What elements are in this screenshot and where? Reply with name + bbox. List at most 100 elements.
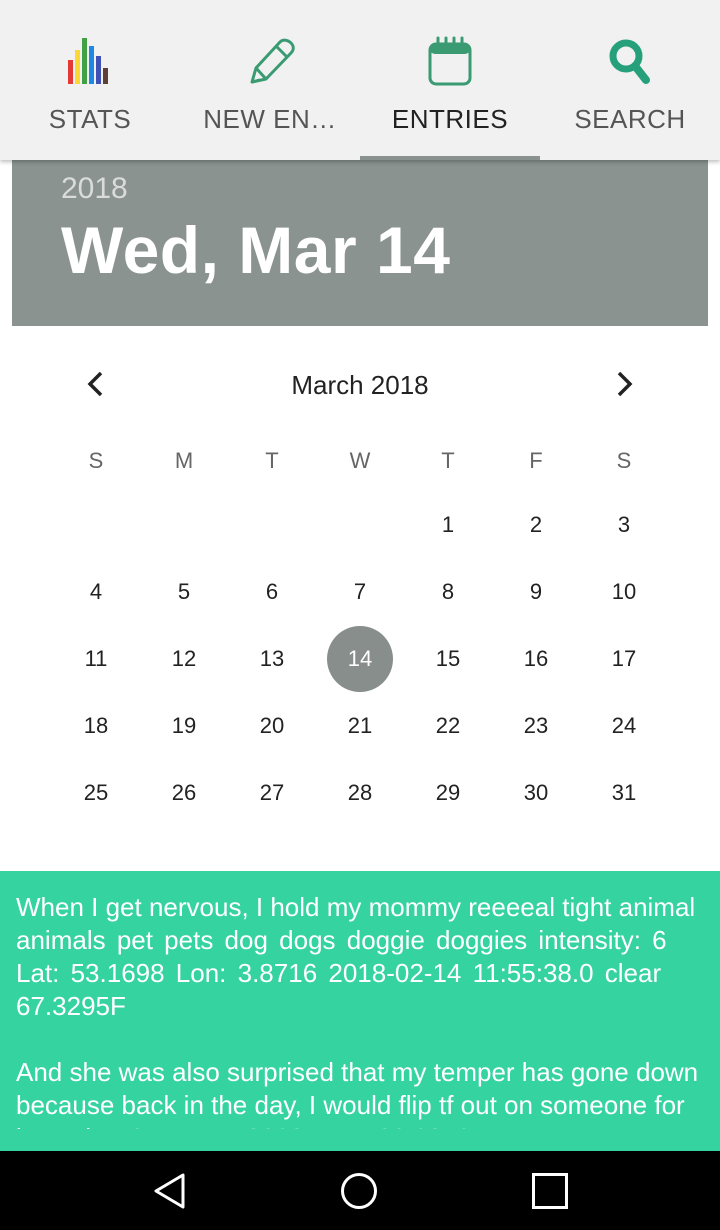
day-number: 31: [611, 779, 637, 805]
day-cell[interactable]: 15: [404, 625, 492, 692]
day-number: 3: [617, 511, 631, 537]
calendar-view: March 2018 SMTWTFS 1 2 3 4 5 6 7 8 9 10 11 12 13 14 15…: [0, 326, 720, 871]
entries-list[interactable]: When I get nervous, I hold my mommy reee…: [0, 871, 720, 1151]
day-cell[interactable]: 28: [316, 759, 404, 826]
day-cell[interactable]: 8: [404, 558, 492, 625]
tab-entries[interactable]: ENTRIES: [360, 0, 540, 160]
day-number: 6: [265, 578, 279, 604]
day-number: 15: [435, 645, 461, 671]
bar-chart-icon: [68, 38, 108, 84]
weekday-label: S: [88, 448, 104, 473]
empty-day-cell: [228, 491, 316, 558]
day-cell[interactable]: 27: [228, 759, 316, 826]
day-number: 22: [435, 712, 461, 738]
chevron-right-icon: [617, 371, 633, 397]
weekday-label: M: [174, 448, 194, 473]
selected-day-cell[interactable]: 14: [316, 625, 404, 692]
weekday-label: W: [349, 448, 371, 473]
weekday-header-row: SMTWTFS: [52, 448, 668, 474]
calendar-icon: [428, 36, 472, 86]
list-bottom-edge: [0, 1129, 720, 1151]
tab-search[interactable]: SEARCH: [540, 0, 720, 160]
day-cell[interactable]: 19: [140, 692, 228, 759]
entry-text: When I get nervous, I hold my mommy reee…: [16, 892, 612, 922]
day-number: 25: [83, 779, 109, 805]
tab-new-entry[interactable]: NEW EN…: [180, 0, 360, 160]
day-cell[interactable]: 2: [492, 491, 580, 558]
day-cell[interactable]: 23: [492, 692, 580, 759]
day-number: 4: [89, 578, 103, 604]
weekday-label: F: [529, 448, 543, 473]
day-cell[interactable]: 22: [404, 692, 492, 759]
day-number: 2: [529, 511, 543, 537]
day-cell[interactable]: 13: [228, 625, 316, 692]
tab-entries-label: ENTRIES: [391, 104, 509, 134]
day-cell[interactable]: 6: [228, 558, 316, 625]
tab-stats-label: STATS: [48, 104, 132, 134]
weekday-label: T: [441, 448, 455, 473]
day-number: 9: [529, 578, 543, 604]
day-cell[interactable]: 24: [580, 692, 668, 759]
next-month-button[interactable]: [602, 362, 646, 406]
day-number: 19: [171, 712, 197, 738]
selected-date[interactable]: Wed, Mar 14: [61, 212, 450, 288]
day-cell[interactable]: 9: [492, 558, 580, 625]
day-number: 23: [523, 712, 549, 738]
day-cell[interactable]: 31: [580, 759, 668, 826]
day-number: 18: [83, 712, 109, 738]
day-number: 13: [259, 645, 285, 671]
pencil-icon: [250, 38, 295, 84]
day-cell[interactable]: 26: [140, 759, 228, 826]
selected-date-header: 2018 Wed, Mar 14: [12, 160, 708, 326]
day-cell[interactable]: 1: [404, 491, 492, 558]
selected-year[interactable]: 2018: [61, 172, 128, 206]
day-number: 28: [347, 779, 373, 805]
day-cell[interactable]: 25: [52, 759, 140, 826]
day-cell[interactable]: 20: [228, 692, 316, 759]
day-number: 21: [347, 712, 373, 738]
day-number: 20: [259, 712, 285, 738]
day-cell[interactable]: 17: [580, 625, 668, 692]
back-triangle-icon[interactable]: [150, 1171, 190, 1211]
search-icon: [609, 39, 650, 84]
entry-item[interactable]: When I get nervous, I hold my mommy reee…: [0, 871, 720, 1023]
calendar-days-grid: 1 2 3 4 5 6 7 8 9 10 11 12 13 14 15 16 17 18 19 20 21 22 23 24 2…: [52, 491, 668, 826]
recent-square-icon[interactable]: [530, 1171, 570, 1211]
day-number: 26: [171, 779, 197, 805]
empty-day-cell: [140, 491, 228, 558]
day-cell[interactable]: 29: [404, 759, 492, 826]
day-number: 29: [435, 779, 461, 805]
day-number: 12: [171, 645, 197, 671]
day-cell[interactable]: 10: [580, 558, 668, 625]
day-cell[interactable]: 21: [316, 692, 404, 759]
tab-stats[interactable]: STATS: [0, 0, 180, 160]
empty-day-cell: [316, 491, 404, 558]
day-cell[interactable]: 16: [492, 625, 580, 692]
weekday-label: S: [616, 448, 632, 473]
active-tab-indicator: [360, 156, 540, 160]
day-number: 30: [523, 779, 549, 805]
day-cell[interactable]: 4: [52, 558, 140, 625]
day-number: 24: [611, 712, 637, 738]
day-number: 14: [347, 645, 373, 671]
day-number: 11: [84, 645, 108, 671]
day-number: 1: [441, 511, 455, 537]
empty-day-cell: [52, 491, 140, 558]
day-cell[interactable]: 7: [316, 558, 404, 625]
entry-text: And she was also surprised that my tempe…: [16, 1057, 699, 1120]
day-number: 5: [177, 578, 191, 604]
day-number: 16: [523, 645, 549, 671]
day-cell[interactable]: 5: [140, 558, 228, 625]
day-cell[interactable]: 12: [140, 625, 228, 692]
day-number: 27: [259, 779, 285, 805]
day-number: 10: [611, 578, 637, 604]
top-tab-bar: STATS NEW EN… ENTRIES SEARCH: [0, 0, 720, 160]
day-cell[interactable]: 11: [52, 625, 140, 692]
home-circle-icon[interactable]: [339, 1171, 379, 1211]
day-cell[interactable]: 18: [52, 692, 140, 759]
day-number: 8: [441, 578, 455, 604]
day-cell[interactable]: 3: [580, 491, 668, 558]
day-cell[interactable]: 30: [492, 759, 580, 826]
day-number: 17: [611, 645, 637, 671]
system-navigation-bar: [0, 1151, 720, 1230]
